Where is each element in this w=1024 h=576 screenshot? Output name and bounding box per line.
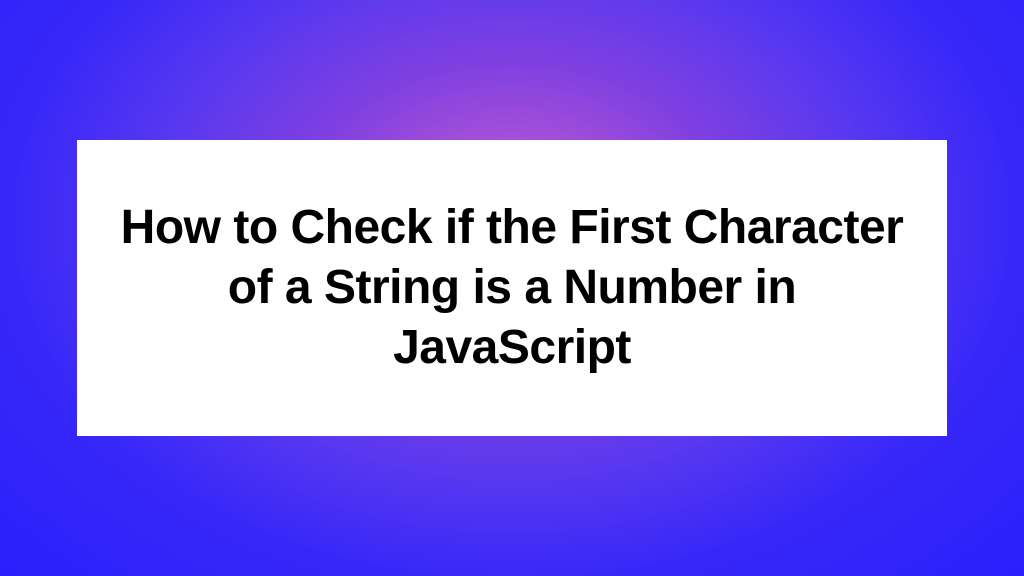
title-card: How to Check if the First Character of a…	[77, 140, 947, 436]
article-title: How to Check if the First Character of a…	[117, 198, 907, 378]
